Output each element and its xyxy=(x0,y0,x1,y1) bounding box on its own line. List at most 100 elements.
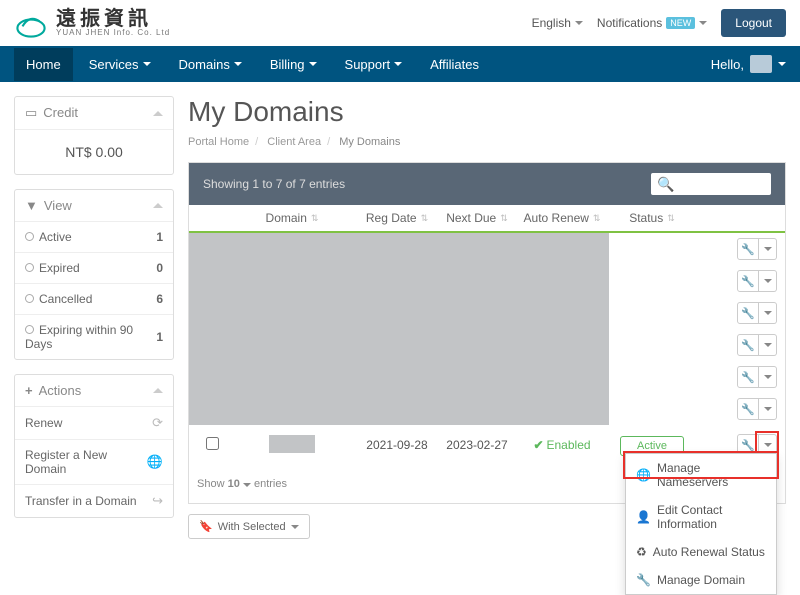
nav-affiliates[interactable]: Affiliates xyxy=(418,48,491,81)
wrench-button[interactable]: 🔧 xyxy=(737,238,759,260)
breadcrumb-portal[interactable]: Portal Home xyxy=(188,136,249,148)
chevron-up-icon[interactable] xyxy=(153,203,163,208)
breadcrumb: Portal Home/ Client Area/ My Domains xyxy=(188,136,786,148)
search-input[interactable]: 🔍 xyxy=(651,173,771,195)
nav-user-menu[interactable]: Hello, xyxy=(711,55,786,73)
wrench-button[interactable]: 🔧 xyxy=(737,302,759,324)
reg-date: 2021-09-28 xyxy=(357,438,437,452)
dd-edit-contact[interactable]: 👤Edit Contact Information xyxy=(626,496,776,538)
circle-icon xyxy=(25,232,34,241)
breadcrumb-client[interactable]: Client Area xyxy=(267,136,321,148)
view-cancelled[interactable]: Cancelled6 xyxy=(15,283,173,314)
with-selected-button[interactable]: 🔖With Selected xyxy=(188,514,310,539)
chevron-down-icon xyxy=(234,62,242,66)
col-status[interactable]: Status⇅ xyxy=(607,211,697,225)
logout-button[interactable]: Logout xyxy=(721,9,786,37)
avatar xyxy=(750,55,772,73)
row-dropdown: 🌐Manage Nameservers 👤Edit Contact Inform… xyxy=(625,453,777,595)
page-title: My Domains xyxy=(188,96,786,128)
row-menu-button[interactable] xyxy=(759,366,777,388)
nav-billing[interactable]: Billing xyxy=(258,48,329,81)
redacted-domain xyxy=(269,435,315,453)
refresh-icon: ♻ xyxy=(636,545,647,559)
row-menu-button[interactable] xyxy=(759,238,777,260)
circle-icon xyxy=(25,294,34,303)
breadcrumb-current: My Domains xyxy=(339,136,400,148)
circle-icon xyxy=(25,325,34,334)
auto-renew: ✔Enabled xyxy=(517,438,607,452)
tag-icon: 🔖 xyxy=(199,520,213,533)
row-menu-button[interactable] xyxy=(759,334,777,356)
sort-icon: ⇅ xyxy=(500,213,508,224)
due-date: 2023-02-27 xyxy=(437,438,517,452)
language-select[interactable]: English xyxy=(532,16,583,30)
action-register[interactable]: Register a New Domain🌐 xyxy=(15,439,173,484)
sort-icon: ⇅ xyxy=(421,213,429,224)
table-row[interactable]: 🔧 xyxy=(189,393,785,425)
credit-amount: NT$ 0.00 xyxy=(15,130,173,174)
check-icon: ✔ xyxy=(533,438,543,452)
sort-icon: ⇅ xyxy=(667,213,675,224)
nav-home[interactable]: Home xyxy=(14,48,73,81)
table-row[interactable]: 2021-09-28 2023-02-27 ✔Enabled Active 🔧 … xyxy=(189,425,785,465)
col-reg[interactable]: Reg Date⇅ xyxy=(357,211,437,225)
row-menu-button[interactable] xyxy=(759,302,777,324)
actions-panel: +Actions Renew⟳ Register a New Domain🌐 T… xyxy=(14,374,174,518)
logo-icon xyxy=(14,6,48,40)
globe-icon: 🌐 xyxy=(147,454,163,470)
action-transfer[interactable]: Transfer in a Domain↪ xyxy=(15,484,173,517)
notifications-link[interactable]: Notifications NEW xyxy=(597,16,707,30)
circle-icon xyxy=(25,263,34,272)
chevron-down-icon xyxy=(143,62,151,66)
user-icon: 👤 xyxy=(636,510,651,524)
view-panel: ▼View Active1 Expired0 Cancelled6 Expiri… xyxy=(14,189,174,360)
logo[interactable]: 遠振資訊 YUAN JHEN Info. Co. Ltd xyxy=(14,6,170,40)
chevron-down-icon xyxy=(575,21,583,25)
chevron-up-icon[interactable] xyxy=(153,111,163,116)
logo-text-en: YUAN JHEN Info. Co. Ltd xyxy=(56,29,170,37)
col-due[interactable]: Next Due⇅ xyxy=(437,211,517,225)
view-active[interactable]: Active1 xyxy=(15,222,173,252)
filter-icon: ▼ xyxy=(25,198,38,213)
table-row[interactable]: 🔧 xyxy=(189,361,785,393)
globe-icon: 🌐 xyxy=(636,468,651,482)
action-renew[interactable]: Renew⟳ xyxy=(15,407,173,439)
table-row[interactable]: 🔧 xyxy=(189,265,785,297)
wrench-button[interactable]: 🔧 xyxy=(737,366,759,388)
row-checkbox[interactable] xyxy=(206,437,219,450)
wrench-button[interactable]: 🔧 xyxy=(737,334,759,356)
col-domain[interactable]: Domain⇅ xyxy=(227,211,357,225)
sort-icon: ⇅ xyxy=(311,213,319,224)
sort-icon: ⇅ xyxy=(593,213,601,224)
dd-manage-domain[interactable]: 🔧Manage Domain xyxy=(626,566,776,594)
dd-manage-nameservers[interactable]: 🌐Manage Nameservers xyxy=(626,454,776,496)
table-row[interactable]: 🔧 xyxy=(189,329,785,361)
chevron-down-icon xyxy=(394,62,402,66)
table-row[interactable]: 🔧 xyxy=(189,297,785,329)
row-menu-button[interactable] xyxy=(759,398,777,420)
entries-info: Showing 1 to 7 of 7 entries xyxy=(203,177,345,191)
logo-text-zh: 遠振資訊 xyxy=(56,9,170,29)
nav-domains[interactable]: Domains xyxy=(167,48,254,81)
show-entries: Show 10 entries xyxy=(197,478,287,490)
search-icon: 🔍 xyxy=(657,176,674,193)
chevron-down-icon xyxy=(699,21,707,25)
wrench-button[interactable]: 🔧 xyxy=(737,398,759,420)
dd-auto-renewal[interactable]: ♻Auto Renewal Status xyxy=(626,538,776,566)
wrench-icon: 🔧 xyxy=(636,573,651,587)
chevron-up-icon[interactable] xyxy=(153,388,163,393)
credit-icon: ▭ xyxy=(25,105,37,120)
view-expiring[interactable]: Expiring within 90 Days1 xyxy=(15,314,173,359)
col-renew[interactable]: Auto Renew⇅ xyxy=(517,211,607,225)
view-expired[interactable]: Expired0 xyxy=(15,252,173,283)
plus-icon: + xyxy=(25,383,33,398)
nav-support[interactable]: Support xyxy=(333,48,415,81)
table-row[interactable]: 🔧 xyxy=(189,233,785,265)
chevron-down-icon xyxy=(778,62,786,66)
wrench-button[interactable]: 🔧 xyxy=(737,270,759,292)
share-icon: ↪ xyxy=(152,493,163,509)
chevron-down-icon xyxy=(291,525,299,529)
row-menu-button[interactable] xyxy=(759,270,777,292)
credit-panel: ▭Credit NT$ 0.00 xyxy=(14,96,174,175)
nav-services[interactable]: Services xyxy=(77,48,163,81)
